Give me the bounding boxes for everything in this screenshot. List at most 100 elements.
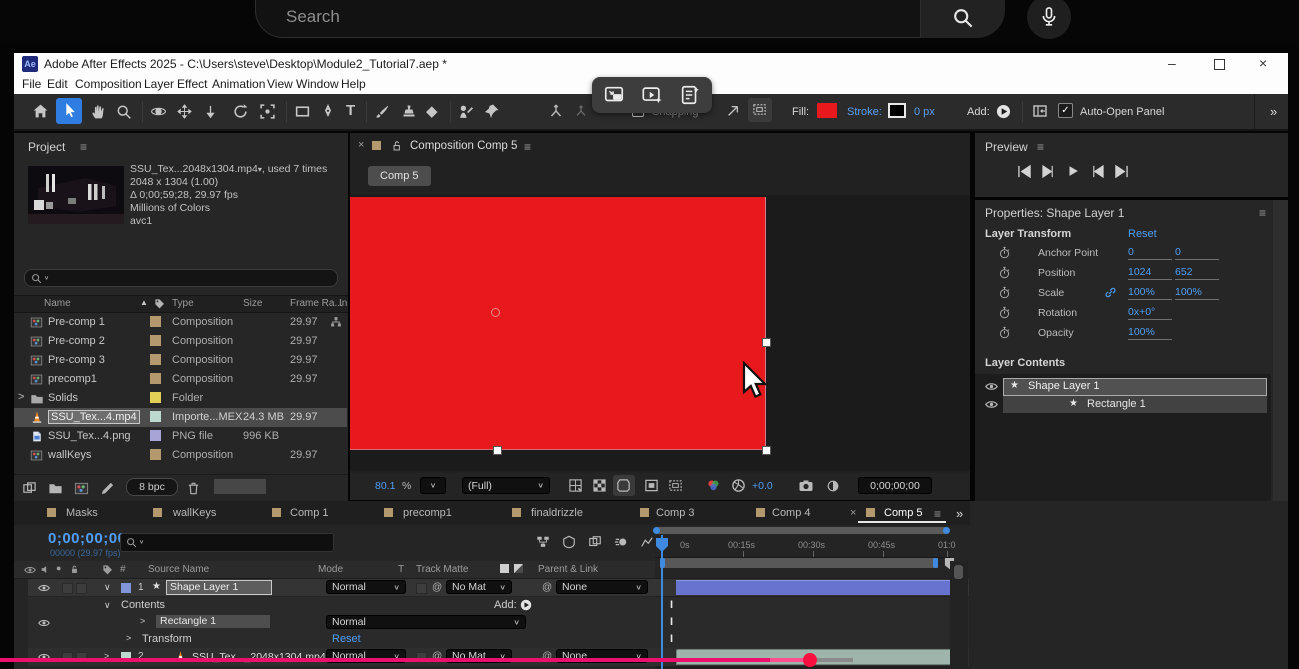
timeline-tabs-overflow[interactable]: » — [956, 506, 963, 521]
new-composition-icon[interactable] — [74, 481, 89, 496]
comp-tab-close-icon[interactable]: × — [358, 139, 364, 151]
timeline-search-input[interactable]: ∨ — [120, 533, 334, 552]
resolution-dropdown[interactable]: (Full) ∨ — [462, 477, 550, 494]
add-property-icon[interactable] — [520, 599, 532, 611]
col-name[interactable]: Name — [44, 298, 71, 309]
video-progress-bar[interactable] — [0, 658, 1299, 663]
opacity-value[interactable]: 100% — [1128, 326, 1172, 340]
tab-wallkeys[interactable]: wallKeys — [173, 507, 216, 519]
minimize-button[interactable]: – — [1168, 55, 1176, 71]
toolbar-overflow[interactable]: » — [1270, 104, 1277, 119]
project-panel-menu-icon[interactable]: ≡ — [80, 140, 87, 154]
tab-precomp1[interactable]: precomp1 — [403, 507, 452, 519]
close-button[interactable]: × — [1259, 55, 1267, 71]
auto-open-checkbox[interactable]: ✓ — [1058, 103, 1073, 118]
link-scale-icon[interactable] — [1104, 286, 1117, 299]
exposure-value[interactable]: +0.0 — [752, 480, 773, 492]
menu-window[interactable]: Window — [296, 77, 339, 91]
project-row-folder[interactable]: > Solids Folder — [14, 389, 347, 408]
project-tab[interactable]: Project — [28, 140, 65, 154]
col-source-name[interactable]: Source Name — [148, 564, 209, 575]
eye-icon[interactable] — [38, 617, 50, 629]
comp-tab-title[interactable]: Composition Comp 5 — [410, 140, 517, 152]
comp-timecode[interactable]: 0;00;00;00 — [858, 477, 932, 494]
pan-camera-tool-icon[interactable] — [177, 104, 192, 119]
progress-scrubber[interactable] — [803, 653, 817, 667]
region-of-interest-icon[interactable] — [668, 478, 683, 493]
col-mode[interactable]: Mode — [318, 564, 343, 575]
project-row-selected[interactable]: SSU_Tex...4.mp4 Importe...MEX 24.3 MB 29… — [14, 408, 347, 427]
puppet-pin-tool-icon[interactable] — [484, 103, 500, 119]
col-hash[interactable]: # — [120, 564, 126, 575]
project-row[interactable]: Pre-comp 3 Composition 29.97 — [14, 351, 347, 370]
rectangle-expander[interactable]: > — [140, 616, 145, 626]
exposure-icon[interactable] — [731, 478, 746, 493]
fill-swatch[interactable] — [817, 103, 837, 118]
layer-color-swatch[interactable] — [121, 583, 131, 593]
project-row[interactable]: Pre-comp 1 Composition 29.97 — [14, 313, 347, 332]
type-tool-icon[interactable]: T — [346, 102, 355, 119]
menu-file[interactable]: File — [22, 77, 41, 91]
handle-right-mid[interactable] — [762, 338, 771, 347]
navigator-end-handle[interactable] — [943, 527, 950, 534]
notes-ai-icon[interactable] — [679, 84, 701, 106]
snap-arrow-icon[interactable] — [726, 104, 740, 118]
draft-3d-icon[interactable] — [562, 535, 576, 549]
search-input[interactable]: Search — [255, 0, 921, 38]
shape-layer-duration-bar[interactable] — [676, 580, 962, 595]
playhead-line[interactable] — [661, 535, 663, 669]
channel-rgb-icon[interactable] — [706, 478, 721, 493]
timeline-navigator[interactable] — [655, 527, 948, 534]
rectangle-tool-icon[interactable] — [294, 103, 311, 120]
col-frame-rate[interactable]: Frame Ra... — [290, 298, 343, 309]
menu-effect[interactable]: Effect — [177, 77, 207, 91]
label-swatch[interactable] — [150, 335, 161, 346]
stopwatch-icon[interactable] — [998, 286, 1011, 299]
grid-guides-icon[interactable] — [568, 478, 583, 493]
selection-tool[interactable] — [56, 98, 82, 124]
work-area-bar[interactable] — [660, 558, 938, 568]
contents-expander[interactable]: ∨ — [104, 600, 111, 611]
open-panel-icon[interactable] — [1032, 103, 1048, 119]
last-frame-icon[interactable] — [1114, 165, 1129, 178]
stopwatch-icon[interactable] — [998, 266, 1011, 279]
anchor-x-value[interactable]: 0 — [1128, 246, 1172, 260]
label-swatch[interactable] — [150, 316, 161, 327]
frame-blending-icon[interactable] — [588, 535, 602, 549]
layer-row-shape[interactable]: ∨ 1 ★ Shape Layer 1 Normal∨ @ No Mat∨ @ … — [28, 579, 969, 596]
motion-blur-icon[interactable] — [614, 535, 628, 549]
home-icon[interactable] — [32, 103, 49, 120]
footage-name[interactable]: SSU_Tex...2048x1304.mp4 — [130, 163, 258, 175]
comp-viewport[interactable] — [350, 195, 970, 471]
brush-tool-icon[interactable] — [374, 103, 391, 120]
track-matte-dropdown[interactable]: No Mat∨ — [446, 580, 512, 594]
label-swatch[interactable] — [150, 392, 161, 403]
position-x-value[interactable]: 1024 — [1128, 266, 1172, 280]
video-ai-icon[interactable] — [641, 84, 663, 106]
playhead-marker[interactable] — [655, 537, 669, 553]
timeline-scrollbar[interactable] — [950, 561, 968, 669]
eye-icon[interactable] — [38, 582, 50, 594]
mask-toggle-button[interactable] — [613, 475, 635, 496]
shape-fill-red[interactable] — [350, 197, 766, 450]
tab-masks[interactable]: Masks — [66, 507, 98, 519]
first-frame-icon[interactable] — [1017, 165, 1032, 178]
search-button[interactable] — [921, 0, 1005, 38]
menu-composition[interactable]: Composition — [75, 77, 142, 91]
anchor-y-value[interactable]: 0 — [1175, 246, 1219, 260]
comp-panel-menu-icon[interactable]: ≡ — [524, 140, 531, 154]
orbit-tool-icon[interactable] — [150, 103, 167, 120]
label-column-icon[interactable] — [154, 298, 165, 309]
new-folder-icon[interactable] — [48, 481, 63, 496]
layer-row-footage[interactable]: > 2 SSU_Tex..._2048x1304.mp4 Normal∨ @ N… — [28, 648, 969, 666]
menu-view[interactable]: View — [267, 77, 293, 91]
tab-comp5[interactable]: Comp 5 — [884, 507, 923, 519]
col-parent-link[interactable]: Parent & Link — [538, 564, 598, 575]
layer-contents-item-rect[interactable]: ★ Rectangle 1 — [1003, 396, 1267, 413]
mode-dropdown[interactable]: Normal∨ — [326, 580, 406, 594]
stopwatch-icon[interactable] — [998, 326, 1011, 339]
timeline-panel-menu-icon[interactable]: ≡ — [934, 507, 941, 521]
col-size[interactable]: Size — [243, 298, 262, 309]
stroke-swatch[interactable] — [888, 103, 906, 118]
layer-name[interactable]: Shape Layer 1 — [166, 580, 272, 595]
